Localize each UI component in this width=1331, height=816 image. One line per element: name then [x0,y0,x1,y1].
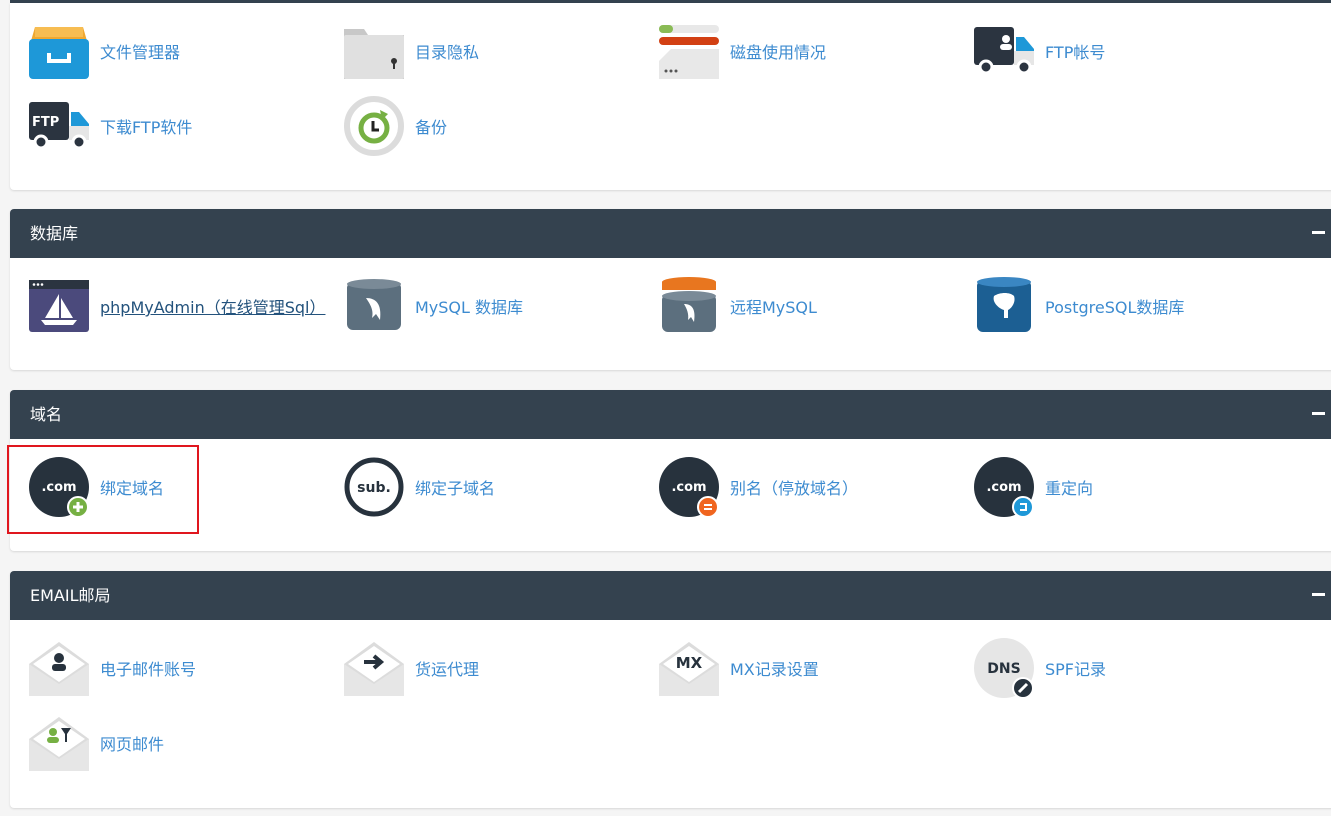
forwarder-icon [344,638,404,698]
disk-usage-link[interactable]: 磁盘使用情况 [659,21,974,81]
section-header[interactable]: 数据库 [10,209,1331,258]
directory-privacy-icon [344,21,404,81]
svg-text:sub.: sub. [357,480,391,496]
webmail-icon [29,713,89,773]
item-label: 远程MySQL [730,298,817,317]
forwarders-link[interactable]: 货运代理 [344,638,659,698]
section-header[interactable]: 域名 [10,390,1331,439]
spf-record-link[interactable]: DNS SPF记录 [974,638,1289,698]
item-label: 文件管理器 [100,43,181,62]
file-manager-icon [29,21,89,81]
item-label: 备份 [415,118,448,137]
item-label: SPF记录 [1045,660,1107,679]
ftp-truck-icon: FTP [29,96,89,156]
section-title: 数据库 [30,224,79,243]
item-label: 网页邮件 [100,735,165,754]
domains-panel: 域名 .com 绑定域名 sub. 绑定子域名 .com 别名（停放域名） .c… [7,390,1331,551]
mysql-icon [344,276,404,336]
file-manager-link[interactable]: 文件管理器 [29,21,344,81]
subdomain-link[interactable]: sub. 绑定子域名 [344,457,659,517]
email-accounts-link[interactable]: 电子邮件账号 [29,638,344,698]
backup-link[interactable]: 备份 [344,96,659,156]
databases-panel: 数据库 phpMyAdmin（在线管理Sql） MySQL 数据库 远程MySQ… [10,209,1331,370]
redirect-link[interactable]: .com 重定向 [974,457,1289,517]
collapse-icon[interactable] [1312,231,1325,234]
collapse-icon[interactable] [1312,593,1325,596]
remote-mysql-icon [659,276,719,336]
subdomain-icon: sub. [344,457,404,517]
mx-record-icon: MX [659,638,719,698]
item-label: FTP帐号 [1045,43,1106,62]
item-label: 磁盘使用情况 [730,43,827,62]
directory-privacy-link[interactable]: 目录隐私 [344,21,659,81]
ftp-account-link[interactable]: FTP帐号 [974,21,1289,81]
svg-text:DNS: DNS [987,661,1020,677]
download-ftp-software-link[interactable]: FTP 下载FTP软件 [29,96,344,156]
item-label: 货运代理 [415,660,480,679]
item-label: MX记录设置 [730,660,819,679]
webmail-link[interactable]: 网页邮件 [29,713,344,773]
remote-mysql-link[interactable]: 远程MySQL [659,276,974,336]
redirect-icon: .com [974,457,1034,517]
alias-domain-icon: .com [659,457,719,517]
files-panel: 文件管理器 目录隐私 磁盘使用情况 FTP帐号 FTP 下载FTP软件 备份 [10,3,1331,190]
addon-domain-icon: .com [29,457,89,517]
svg-text:MX: MX [676,654,703,672]
disk-usage-icon [659,21,719,81]
postgresql-icon [974,276,1034,336]
section-title: 域名 [30,405,63,424]
item-label: 别名（停放域名） [730,479,859,498]
phpmyadmin-link[interactable]: phpMyAdmin（在线管理Sql） [29,276,344,336]
addon-domain-link[interactable]: .com 绑定域名 [7,445,344,534]
item-label: 绑定子域名 [415,479,496,498]
section-title: EMAIL邮局 [30,586,111,605]
item-label: 重定向 [1045,479,1094,498]
email-account-icon [29,638,89,698]
item-label: MySQL 数据库 [415,298,524,317]
item-label: 目录隐私 [415,43,480,62]
item-label: phpMyAdmin（在线管理Sql） [100,298,326,317]
item-label: 下载FTP软件 [100,118,193,137]
backup-icon [344,96,404,156]
collapse-icon[interactable] [1312,412,1325,415]
alias-domain-link[interactable]: .com 别名（停放域名） [659,457,974,517]
ftp-account-icon [974,21,1034,81]
email-panel: EMAIL邮局 电子邮件账号 货运代理 MX MX记录设置 DNS SPF记录 … [10,571,1331,808]
svg-text:.com: .com [986,480,1021,495]
phpmyadmin-icon [29,276,89,336]
mx-record-link[interactable]: MX MX记录设置 [659,638,974,698]
mysql-database-link[interactable]: MySQL 数据库 [344,276,659,336]
postgresql-database-link[interactable]: PostgreSQL数据库 [974,276,1289,336]
item-label: 电子邮件账号 [100,660,197,679]
svg-text:.com: .com [671,480,706,495]
item-label: PostgreSQL数据库 [1045,298,1185,317]
svg-text:FTP: FTP [32,115,59,130]
spf-record-icon: DNS [974,638,1034,698]
svg-text:.com: .com [41,480,76,495]
section-header[interactable]: EMAIL邮局 [10,571,1331,620]
